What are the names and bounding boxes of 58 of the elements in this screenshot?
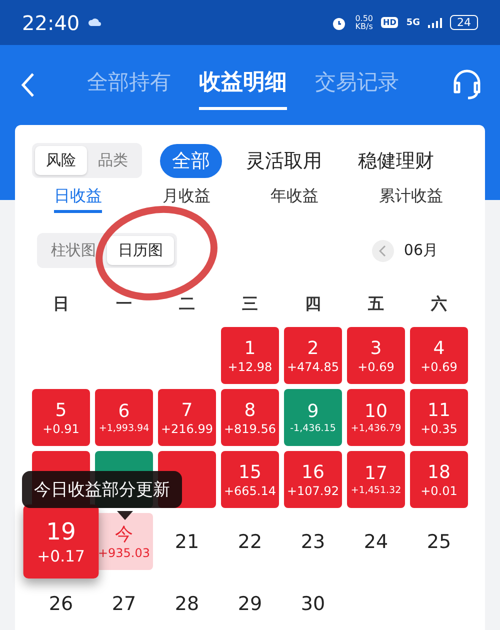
filter-chip[interactable]: 稳健理财 [346, 144, 446, 178]
calendar-day[interactable]: 30 [284, 575, 342, 630]
calendar-day[interactable]: 15 +665.14 [221, 451, 279, 508]
calendar-day[interactable]: 9 -1,436.15 [284, 389, 342, 446]
nav-tab[interactable]: 收益明细 [199, 60, 287, 110]
month-label: 06月 [404, 241, 438, 260]
tooltip: 今日收益部分更新 [22, 471, 182, 508]
chart-option[interactable]: 柱状图 [40, 236, 107, 265]
calendar-day[interactable]: 8 +819.56 [221, 389, 279, 446]
clock-time: 22:40 [22, 10, 80, 34]
calendar-day[interactable]: 10 +1,436.79 [347, 389, 405, 446]
weekday-label: 一 [115, 294, 133, 315]
tooltip-pointer [117, 511, 133, 520]
calendar-day[interactable]: 11 +0.35 [410, 389, 468, 446]
weekday-label: 日 [52, 294, 70, 315]
calendar-day[interactable]: 3 +0.69 [347, 327, 405, 384]
network-type: 5G [406, 18, 420, 28]
weekday-label: 二 [178, 294, 196, 315]
filter-chip[interactable]: 全部 [160, 144, 222, 178]
calendar-day[interactable]: 29 [221, 575, 279, 630]
calendar-day[interactable]: 19 +0.17 [23, 504, 99, 579]
filter-option[interactable]: 品类 [87, 146, 139, 175]
weekday-label: 三 [241, 294, 259, 315]
hd-badge: HD [381, 17, 398, 28]
previous-month-button[interactable] [372, 240, 394, 262]
calendar-day[interactable]: 1 +12.98 [221, 327, 279, 384]
calendar-day[interactable]: 23 [284, 513, 342, 570]
calendar-day[interactable]: 28 [158, 575, 216, 630]
cloud-icon [88, 16, 102, 28]
metric-tab[interactable]: 累计收益 [378, 186, 443, 213]
chart-option[interactable]: 日历图 [107, 236, 174, 265]
network-speed: 0.50 KB/s [355, 14, 373, 30]
metric-tab[interactable]: 日收益 [54, 186, 102, 213]
weekday-label: 五 [367, 294, 385, 315]
calendar-day[interactable]: 25 [410, 513, 468, 570]
calendar-day[interactable]: 4 +0.69 [410, 327, 468, 384]
filter-option[interactable]: 风险 [35, 146, 87, 175]
calendar-day[interactable]: 18 +0.01 [410, 451, 468, 508]
filter-chip[interactable]: 灵活取用 [234, 144, 334, 178]
weekday-label: 六 [430, 294, 448, 315]
chevron-left-icon [378, 244, 387, 256]
calendar-day[interactable]: 7 +216.99 [158, 389, 216, 446]
calendar-day[interactable]: 21 [158, 513, 216, 570]
weekday-label: 四 [304, 294, 322, 315]
metric-tab[interactable]: 月收益 [162, 186, 210, 213]
nav-tab[interactable]: 交易记录 [315, 62, 399, 108]
signal-icon [428, 18, 442, 28]
calendar-day[interactable]: 17 +1,451.32 [347, 451, 405, 508]
calendar-day[interactable]: 16 +107.92 [284, 451, 342, 508]
battery-level: 24 [450, 15, 478, 30]
metric-tab[interactable]: 年收益 [270, 186, 319, 213]
calendar-day[interactable]: 24 [347, 513, 405, 570]
nav-tab[interactable]: 全部持有 [87, 62, 171, 108]
back-icon[interactable] [20, 72, 36, 98]
calendar-day[interactable]: 22 [221, 513, 279, 570]
calendar-day[interactable]: 6 +1,993.94 [95, 389, 153, 446]
calendar-day[interactable]: 5 +0.91 [32, 389, 90, 446]
calendar-day[interactable]: 2 +474.85 [284, 327, 342, 384]
